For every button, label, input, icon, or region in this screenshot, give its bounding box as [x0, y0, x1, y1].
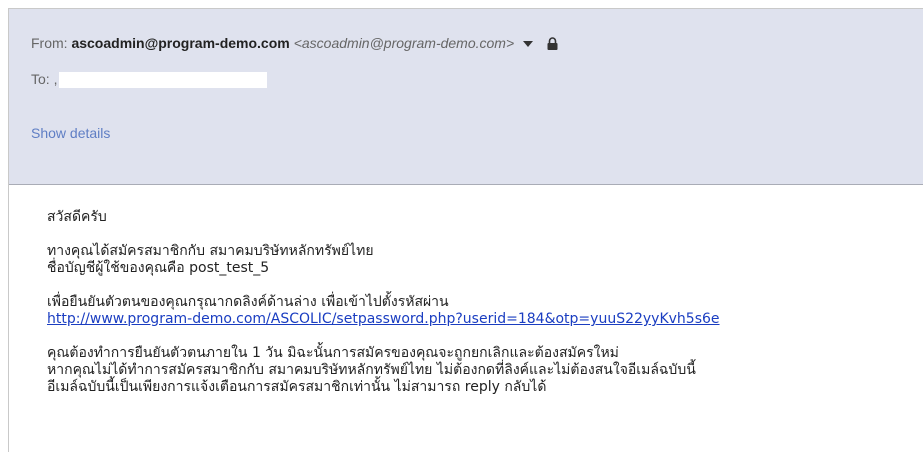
body-line: ทางคุณได้สมัครสมาชิกกับ สมาคมบริษัทหลักท… — [47, 243, 374, 259]
set-password-link[interactable]: http://www.program-demo.com/ASCOLIC/setp… — [47, 311, 720, 327]
redacted-recipient — [59, 72, 268, 88]
body-line: หากคุณไม่ได้ทำการสมัครสมาชิกกับ สมาคมบริ… — [47, 362, 696, 378]
email-view: From: ascoadmin@program-demo.com <ascoad… — [8, 8, 923, 452]
body-line: เพื่อยืนยันตัวตนของคุณกรุณากดลิงค์ด้านล่… — [47, 294, 449, 310]
to-line: To: , — [31, 70, 268, 88]
to-label: To: , — [31, 71, 58, 87]
sender-address: <ascoadmin@program-demo.com> — [293, 35, 515, 51]
body-line: อีเมล์ฉบับนี้เป็นเพียงการแจ้งเตือนการสมั… — [47, 379, 547, 395]
body-line: คุณต้องทำการยืนยันตัวตนภายใน 1 วัน มิฉะน… — [47, 345, 619, 361]
from-label: From: — [31, 35, 68, 51]
email-header: From: ascoadmin@program-demo.com <ascoad… — [9, 9, 923, 185]
chevron-down-icon[interactable] — [523, 40, 534, 47]
greeting: สวัสดีครับ — [47, 209, 107, 225]
from-line: From: ascoadmin@program-demo.com <ascoad… — [31, 35, 558, 51]
body-line: ชื่อบัญชีผู้ใช้ของคุณคือ post_test_5 — [47, 260, 270, 276]
show-details-link[interactable]: Show details — [31, 125, 110, 141]
message-body: สวัสดีครับ ทางคุณได้สมัครสมาชิกกับ สมาคม… — [47, 209, 720, 396]
lock-icon — [547, 36, 558, 50]
sender-name[interactable]: ascoadmin@program-demo.com — [71, 35, 289, 51]
